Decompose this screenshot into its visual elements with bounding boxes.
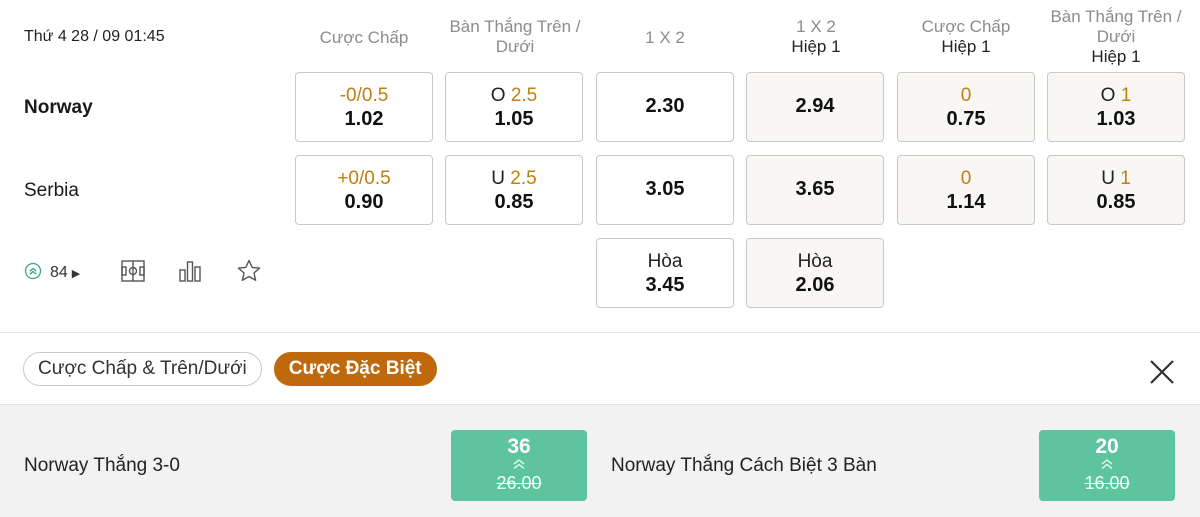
boosted-odd: 20 (1095, 435, 1119, 458)
odd-value: 0.75 (946, 108, 986, 130)
odd-value: 2.06 (795, 274, 835, 296)
odd-away-handicap-h1[interactable]: 0 1.14 (897, 155, 1035, 225)
bar-chart-icon (177, 258, 203, 289)
draw-label: Hòa (647, 251, 683, 272)
col-header-handicap: Cược Chấp (294, 28, 434, 48)
tab-handicap-over-under[interactable]: Cược Chấp & Trên/Dưới (23, 352, 262, 386)
odd-draw-1x2-h1[interactable]: Hòa 2.06 (746, 238, 884, 308)
odd-value: 0.85 (494, 191, 534, 213)
odd-away-1x2[interactable]: 3.05 (596, 155, 734, 225)
ou-side: O (490, 85, 506, 106)
boosted-odd: 36 (507, 435, 531, 458)
chevrons-up-circle-icon (24, 262, 42, 285)
ou-side: O (1100, 85, 1116, 106)
ou-side: U (491, 168, 506, 189)
ou-line: 1 (1120, 168, 1131, 189)
col-header-1x2-h1: 1 X 2 Hiệp 1 (746, 17, 886, 57)
away-team-name: Serbia (24, 180, 79, 201)
odd-away-1x2-h1[interactable]: 3.65 (746, 155, 884, 225)
field-button[interactable] (120, 258, 146, 289)
caret-right-icon: ▶ (71, 267, 81, 280)
odd-away-under[interactable]: U 2.5 0.85 (445, 155, 583, 225)
odd-home-over[interactable]: O 2.5 1.05 (445, 72, 583, 142)
odd-home-handicap[interactable]: -0/0.5 1.02 (295, 72, 433, 142)
double-chevron-up-icon (1039, 458, 1175, 472)
odd-value: 3.05 (645, 178, 685, 200)
col-header-handicap-h1: Cược Chấp Hiệp 1 (896, 17, 1036, 57)
col-title: 1 X 2 (645, 28, 685, 47)
odd-value: 0.85 (1096, 191, 1136, 213)
market-tabs: Cược Chấp & Trên/Dưới Cược Đặc Biệt (23, 352, 437, 386)
home-team-name: Norway (24, 97, 93, 118)
odd-value: 1.03 (1096, 108, 1136, 130)
odd-away-handicap[interactable]: +0/0.5 0.90 (295, 155, 433, 225)
stats-button[interactable] (177, 258, 203, 289)
special-bet-odd[interactable]: 36 26.00 (451, 430, 587, 501)
odd-value: 3.65 (795, 178, 835, 200)
handicap-line: 0 (960, 168, 972, 189)
draw-label: Hòa (797, 251, 833, 272)
handicap-line: -0/0.5 (339, 85, 389, 106)
odd-home-1x2-h1[interactable]: 2.94 (746, 72, 884, 142)
col-header-1x2: 1 X 2 (595, 28, 735, 48)
match-panel: Thứ 4 28 / 09 01:45 Cược Chấp Bàn Thắng … (0, 0, 1200, 333)
handicap-line: +0/0.5 (337, 168, 391, 189)
odd-home-1x2[interactable]: 2.30 (596, 72, 734, 142)
odd-value: 0.90 (344, 191, 384, 213)
col-subtitle: Hiệp 1 (941, 37, 991, 56)
original-odd: 16.00 (1084, 473, 1130, 493)
tab-special-bets[interactable]: Cược Đặc Biệt (273, 352, 437, 386)
odd-draw-1x2[interactable]: Hòa 3.45 (596, 238, 734, 308)
star-icon (236, 258, 262, 289)
col-title: Bàn Thắng Trên / Dưới (449, 17, 581, 56)
handicap-line: 0 (960, 85, 972, 106)
odd-value: 3.45 (645, 274, 685, 296)
close-button[interactable] (1148, 358, 1176, 386)
col-header-over-under: Bàn Thắng Trên / Dưới (444, 17, 586, 57)
match-toolbar: 84 ▶ (24, 258, 262, 288)
col-title: Cược Chấp (319, 28, 409, 47)
odd-value: 1.14 (946, 191, 986, 213)
ou-line: 1 (1120, 85, 1132, 106)
double-chevron-up-icon (451, 458, 587, 472)
col-header-over-under-h1: Bàn Thắng Trên / Dưới Hiệp 1 (1040, 7, 1192, 67)
odd-value: 2.94 (795, 95, 835, 117)
odd-home-over-h1[interactable]: O 1 1.03 (1047, 72, 1185, 142)
odd-value: 1.02 (344, 108, 384, 130)
ou-line: 2.5 (510, 168, 537, 189)
odd-value: 2.30 (645, 95, 685, 117)
special-bet-odd[interactable]: 20 16.00 (1039, 430, 1175, 501)
special-bet-label: Norway Thắng 3-0 (24, 455, 180, 476)
odd-value: 1.05 (494, 108, 534, 130)
col-subtitle: Hiệp 1 (791, 37, 841, 56)
ou-side: U (1101, 168, 1115, 189)
col-subtitle: Hiệp 1 (1091, 47, 1141, 66)
more-markets-button[interactable]: 84 ▶ (24, 262, 80, 285)
match-datetime: Thứ 4 28 / 09 01:45 (24, 28, 165, 45)
more-markets-count: 84 (50, 264, 68, 281)
favorite-button[interactable] (236, 258, 262, 289)
col-title: 1 X 2 (796, 17, 836, 36)
original-odd: 26.00 (496, 473, 542, 493)
special-bets-panel: Norway Thắng 3-0 36 26.00 Norway Thắng C… (0, 404, 1200, 517)
odd-home-handicap-h1[interactable]: 0 0.75 (897, 72, 1035, 142)
col-title: Cược Chấp (921, 17, 1011, 36)
col-title: Bàn Thắng Trên / Dưới (1050, 7, 1182, 46)
odd-away-under-h1[interactable]: U 1 0.85 (1047, 155, 1185, 225)
special-bet-label: Norway Thắng Cách Biệt 3 Bàn (611, 455, 877, 476)
close-icon (1148, 360, 1176, 390)
field-icon (120, 258, 146, 289)
ou-line: 2.5 (510, 85, 538, 106)
